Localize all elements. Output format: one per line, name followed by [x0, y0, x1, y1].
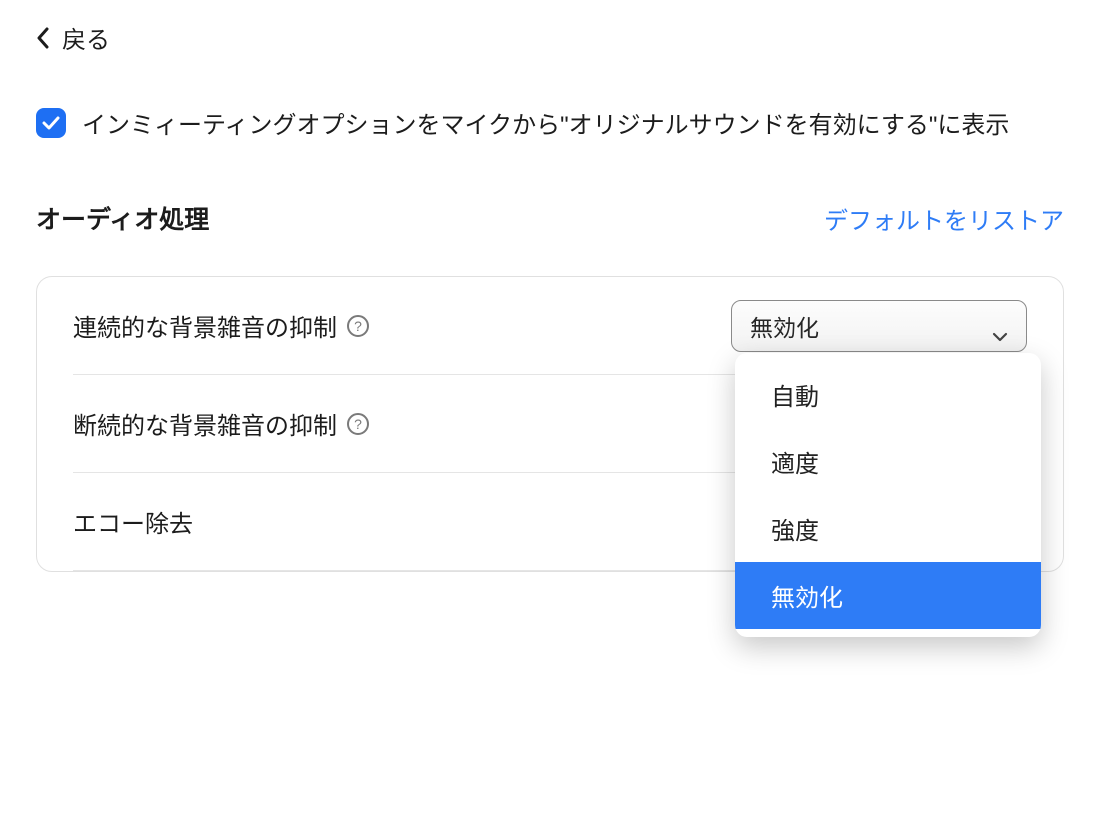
check-icon	[42, 116, 60, 130]
help-icon[interactable]: ?	[347, 413, 369, 435]
dropdown-option-moderate[interactable]: 適度	[735, 428, 1041, 495]
original-sound-label: インミィーティングオプションをマイクから"オリジナルサウンドを有効にする"に表示	[82, 105, 1009, 140]
dropdown-option-disable[interactable]: 無効化	[735, 562, 1041, 629]
echo-cancellation-label: エコー除去	[73, 504, 193, 539]
audio-processing-header: オーディオ処理 デフォルトをリストア	[36, 200, 1064, 236]
chevron-left-icon	[36, 27, 50, 49]
original-sound-option-row: インミィーティングオプションをマイクから"オリジナルサウンドを有効にする"に表示	[36, 105, 1064, 140]
back-label: 戻る	[62, 20, 110, 55]
chevron-down-icon	[992, 321, 1008, 331]
help-icon[interactable]: ?	[347, 315, 369, 337]
audio-processing-panel: 連続的な背景雑音の抑制 ? 無効化 断続的な背景雑音の抑制 ? エコー除去 自動…	[36, 276, 1064, 572]
intermittent-noise-label: 断続的な背景雑音の抑制	[73, 406, 337, 441]
setting-label: 断続的な背景雑音の抑制 ?	[73, 406, 369, 441]
back-button[interactable]: 戻る	[36, 20, 1064, 55]
setting-label: エコー除去	[73, 504, 193, 539]
noise-suppression-dropdown: 自動 適度 強度 無効化	[735, 353, 1041, 637]
setting-label: 連続的な背景雑音の抑制 ?	[73, 308, 369, 343]
original-sound-checkbox[interactable]	[36, 108, 66, 138]
continuous-noise-label: 連続的な背景雑音の抑制	[73, 308, 337, 343]
section-title: オーディオ処理	[36, 200, 209, 236]
restore-defaults-link[interactable]: デフォルトをリストア	[824, 201, 1064, 236]
continuous-noise-select[interactable]: 無効化	[731, 300, 1027, 352]
dropdown-option-aggressive[interactable]: 強度	[735, 495, 1041, 562]
dropdown-option-auto[interactable]: 自動	[735, 361, 1041, 428]
select-value: 無効化	[750, 309, 819, 343]
